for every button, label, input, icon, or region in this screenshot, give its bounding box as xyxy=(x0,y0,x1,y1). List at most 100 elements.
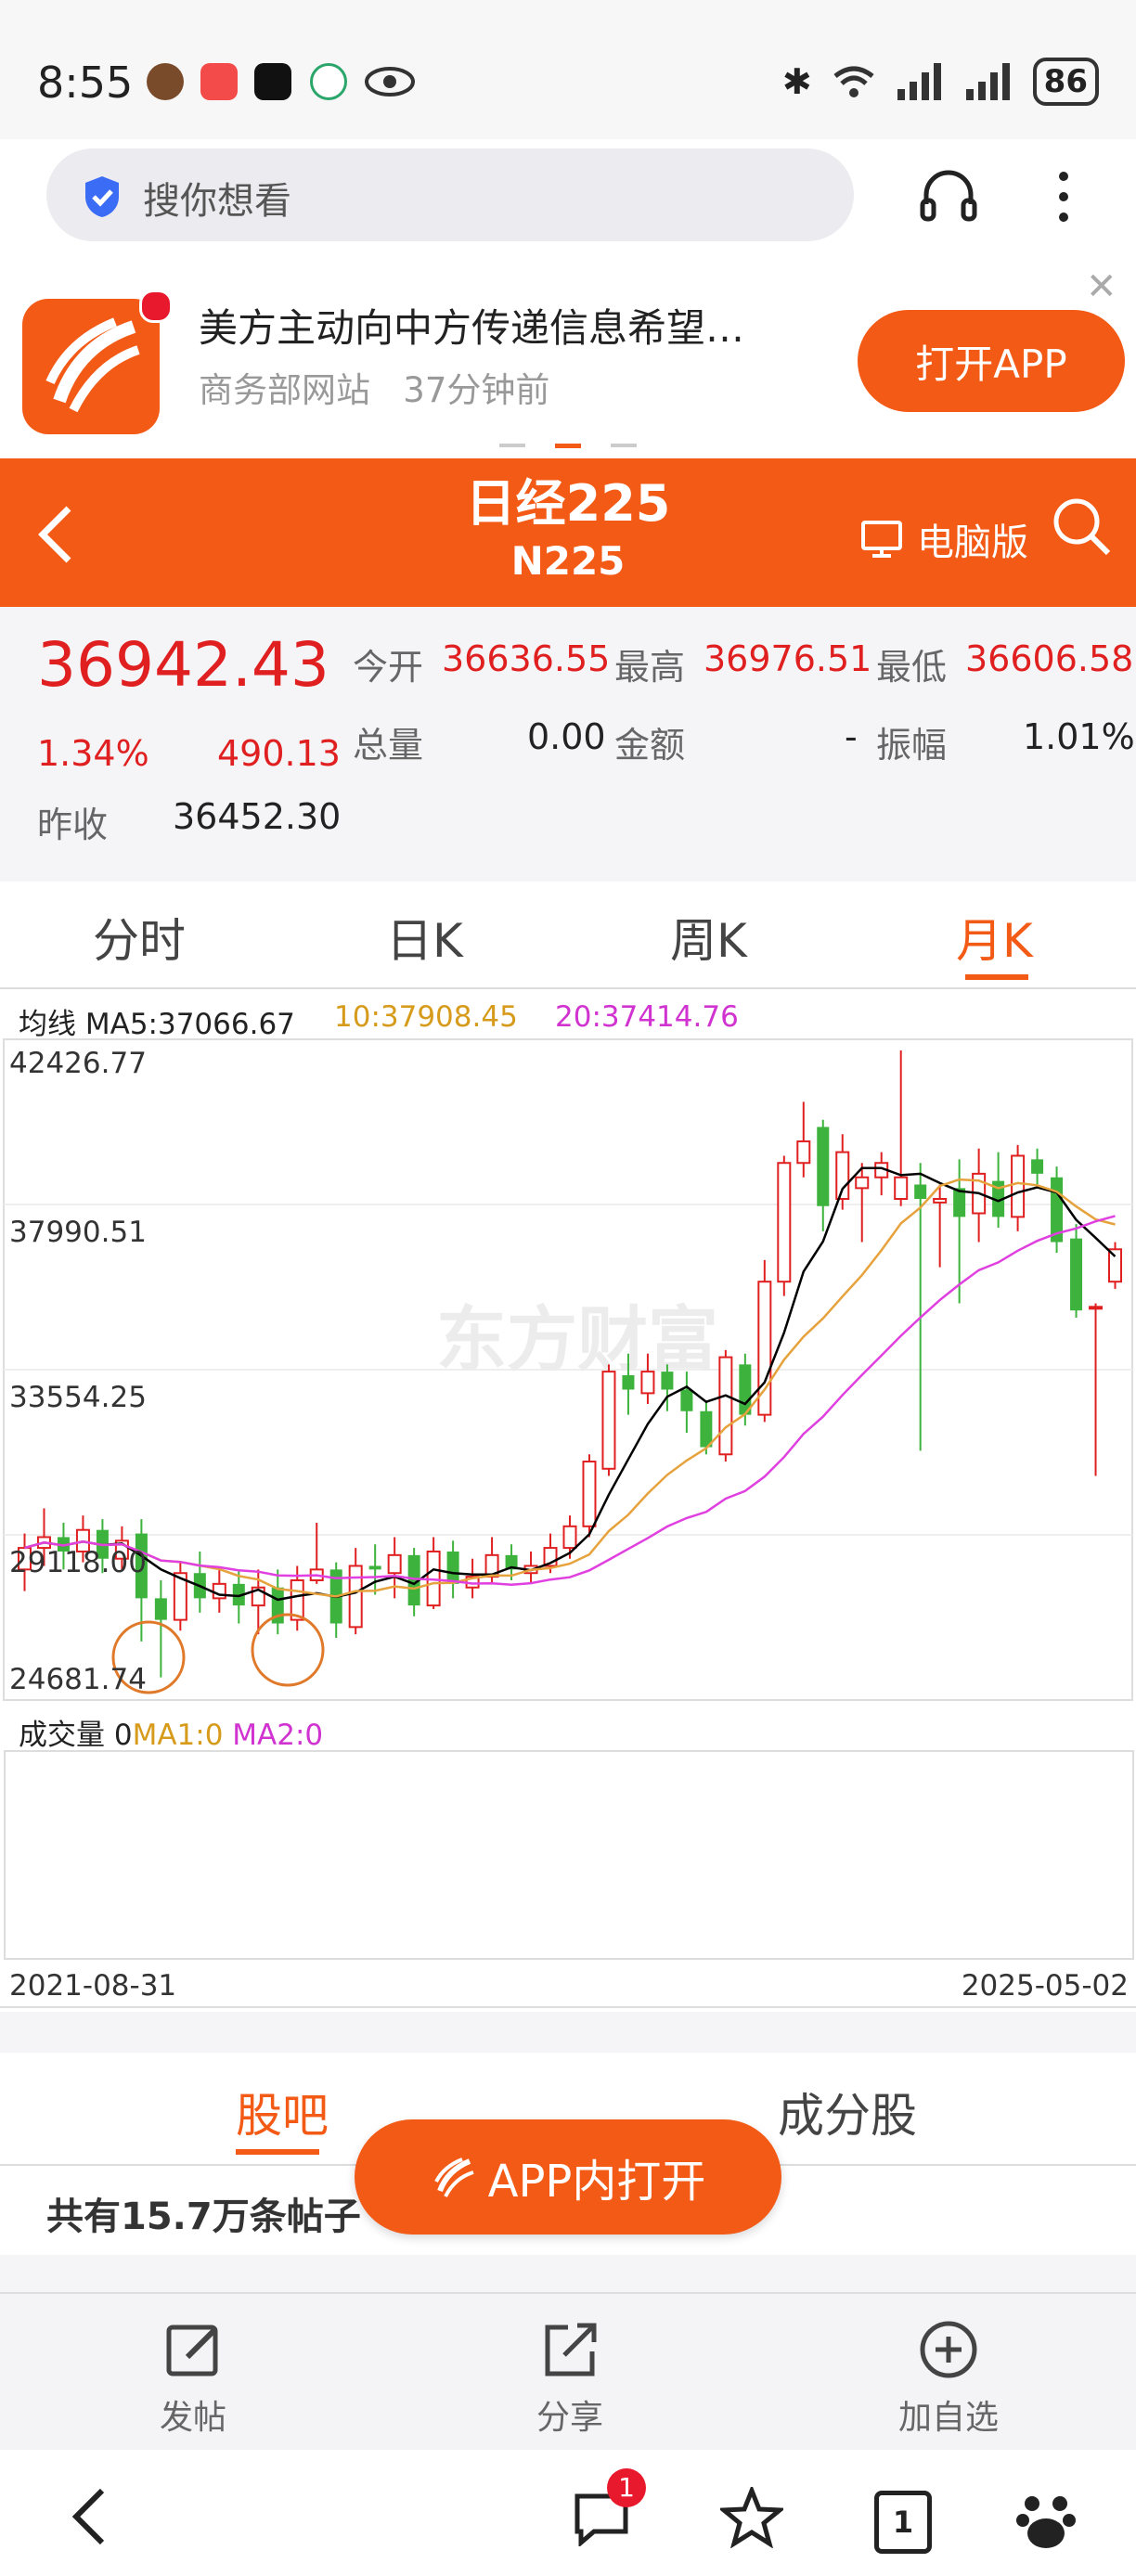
buy-marker-circle xyxy=(251,1613,325,1687)
high-label: 最高 xyxy=(614,647,686,688)
active-tab-underline xyxy=(236,2149,319,2155)
stock-header: 日经225 N225 电脑版 xyxy=(0,458,1136,607)
browser-nav-bar: 1 1 xyxy=(0,2450,1136,2576)
candle-down xyxy=(661,1372,674,1390)
divider xyxy=(0,2006,1136,2008)
x-label-end: 2025-05-02 xyxy=(961,1969,1129,2003)
plus-circle-icon xyxy=(920,2321,977,2378)
candle-up xyxy=(777,1162,792,1283)
notification-dot xyxy=(139,290,173,323)
volume-chart xyxy=(4,1750,1134,1960)
search-placeholder: 搜你想看 xyxy=(143,180,291,223)
prev-close-label: 昨收 xyxy=(37,805,109,845)
candle-up xyxy=(1011,1154,1026,1218)
post-button[interactable]: 发帖 xyxy=(100,2294,286,2450)
back-icon[interactable] xyxy=(71,2487,108,2546)
candle-up xyxy=(1089,1306,1104,1310)
vol-ma1: MA1:0 xyxy=(132,1719,224,1752)
open-in-app-button[interactable]: APP内打开 xyxy=(355,2119,781,2235)
period-tabs: 分时 日K 周K 月K xyxy=(0,885,1136,989)
desktop-version-button[interactable]: 电脑版 xyxy=(859,512,1028,566)
tab-intraday[interactable]: 分时 xyxy=(93,904,186,971)
add-watchlist-label: 加自选 xyxy=(897,2399,999,2437)
prev-close-value: 36452.30 xyxy=(173,796,342,837)
add-watchlist-button[interactable]: 加自选 xyxy=(856,2294,1041,2450)
close-icon[interactable]: ✕ xyxy=(1086,265,1117,308)
change-value: 490.13 xyxy=(217,733,341,774)
volume-legend: 成交量 0MA1:0 MA2:0 xyxy=(19,1711,323,1753)
tab-monthly-k[interactable]: 月K xyxy=(956,904,1033,971)
y-label-3: 33554.25 xyxy=(9,1381,147,1414)
candle-down xyxy=(622,1374,635,1390)
posts-count: 共有15.7万条帖子 xyxy=(46,2196,361,2238)
ad-meta: 商务部网站 37分钟前 xyxy=(199,362,549,412)
volume-value: 0.00 xyxy=(527,716,606,757)
signal-icon-2 xyxy=(965,63,1010,100)
candle-down xyxy=(1070,1238,1083,1311)
candle-up xyxy=(582,1461,597,1527)
paw-icon[interactable] xyxy=(1013,2487,1078,2552)
amplitude-label: 振幅 xyxy=(876,725,948,766)
volume-label: 成交量 xyxy=(19,1719,105,1752)
y-label-max: 42426.77 xyxy=(9,1047,147,1080)
carousel-indicator-active xyxy=(555,444,581,448)
candle-down xyxy=(446,1551,459,1584)
y-label-min: 24681.74 xyxy=(9,1663,147,1696)
tab-daily-k[interactable]: 日K xyxy=(386,904,463,971)
search-icon[interactable] xyxy=(1051,496,1112,557)
candle-down xyxy=(700,1410,713,1448)
headphones-icon[interactable] xyxy=(919,167,978,223)
bluetooth-icon: ✱ xyxy=(781,61,812,102)
quote-panel: 36942.43 1.34% 490.13 昨收 36452.30 今开 366… xyxy=(0,607,1136,882)
candle-up xyxy=(718,1356,733,1456)
low-label: 最低 xyxy=(876,647,948,688)
tab-constituents[interactable]: 成分股 xyxy=(778,2079,917,2145)
open-in-app-label: APP内打开 xyxy=(487,2156,706,2208)
candlestick-chart: 东方财富 42426.77 37990.51 33554.25 29118.00… xyxy=(3,1038,1133,1701)
ad-title[interactable]: 美方主动向中方传递信息希望… xyxy=(199,297,744,354)
carousel-indicator xyxy=(611,444,637,447)
wechat-pay-icon xyxy=(310,63,347,100)
change-percent: 1.34% xyxy=(37,733,149,774)
candle-up xyxy=(933,1198,948,1204)
avatar-notification-icon xyxy=(147,63,184,100)
signal-icon xyxy=(897,63,941,100)
vol-ma2: MA2:0 xyxy=(232,1719,324,1752)
candle-up xyxy=(1108,1248,1123,1283)
status-time: 8:55 xyxy=(37,58,134,108)
active-tab-underline xyxy=(965,974,1028,980)
kline-chart[interactable]: 均线 MA5:37066.67 10:37908.45 20:37414.76 … xyxy=(0,989,1136,2010)
candle-up xyxy=(601,1371,616,1470)
ma-legend: 均线 MA5:37066.67 xyxy=(19,1000,295,1042)
more-menu-icon[interactable] xyxy=(1052,169,1075,225)
amplitude-value: 1.01% xyxy=(1023,716,1135,757)
ad-time: 37分钟前 xyxy=(403,370,550,410)
candle-up xyxy=(348,1565,363,1629)
tabs-count-icon[interactable]: 1 xyxy=(874,2491,932,2554)
tab-weekly-k[interactable]: 周K xyxy=(670,904,747,971)
current-price: 36942.43 xyxy=(37,629,329,701)
open-app-button[interactable]: 打开APP xyxy=(858,310,1125,412)
huawei-app-icon xyxy=(200,63,238,100)
app-logo xyxy=(22,290,173,434)
candle-down xyxy=(154,1598,167,1620)
amount-label: 金额 xyxy=(614,725,686,766)
ma10-legend: 10:37908.45 xyxy=(334,1000,518,1034)
candle-up xyxy=(562,1525,577,1550)
message-badge: 1 xyxy=(607,2468,646,2507)
candle-down xyxy=(680,1389,693,1411)
tiktok-icon xyxy=(254,63,291,100)
candle-up xyxy=(387,1553,402,1575)
news-banner[interactable]: 美方主动向中方传递信息希望… 商务部网站 37分钟前 打开APP ✕ xyxy=(0,258,1136,455)
battery-icon: 86 xyxy=(1032,58,1099,106)
app-logo-icon xyxy=(433,2157,474,2197)
candle-down xyxy=(817,1127,830,1206)
star-icon[interactable] xyxy=(720,2487,783,2548)
tab-forum[interactable]: 股吧 xyxy=(236,2079,329,2145)
share-button[interactable]: 分享 xyxy=(477,2294,663,2450)
edit-icon xyxy=(166,2325,218,2376)
search-input[interactable]: 搜你想看 xyxy=(46,148,854,241)
amount-value: - xyxy=(845,716,858,757)
candle-down xyxy=(914,1184,927,1200)
y-label-2: 37990.51 xyxy=(9,1216,147,1249)
